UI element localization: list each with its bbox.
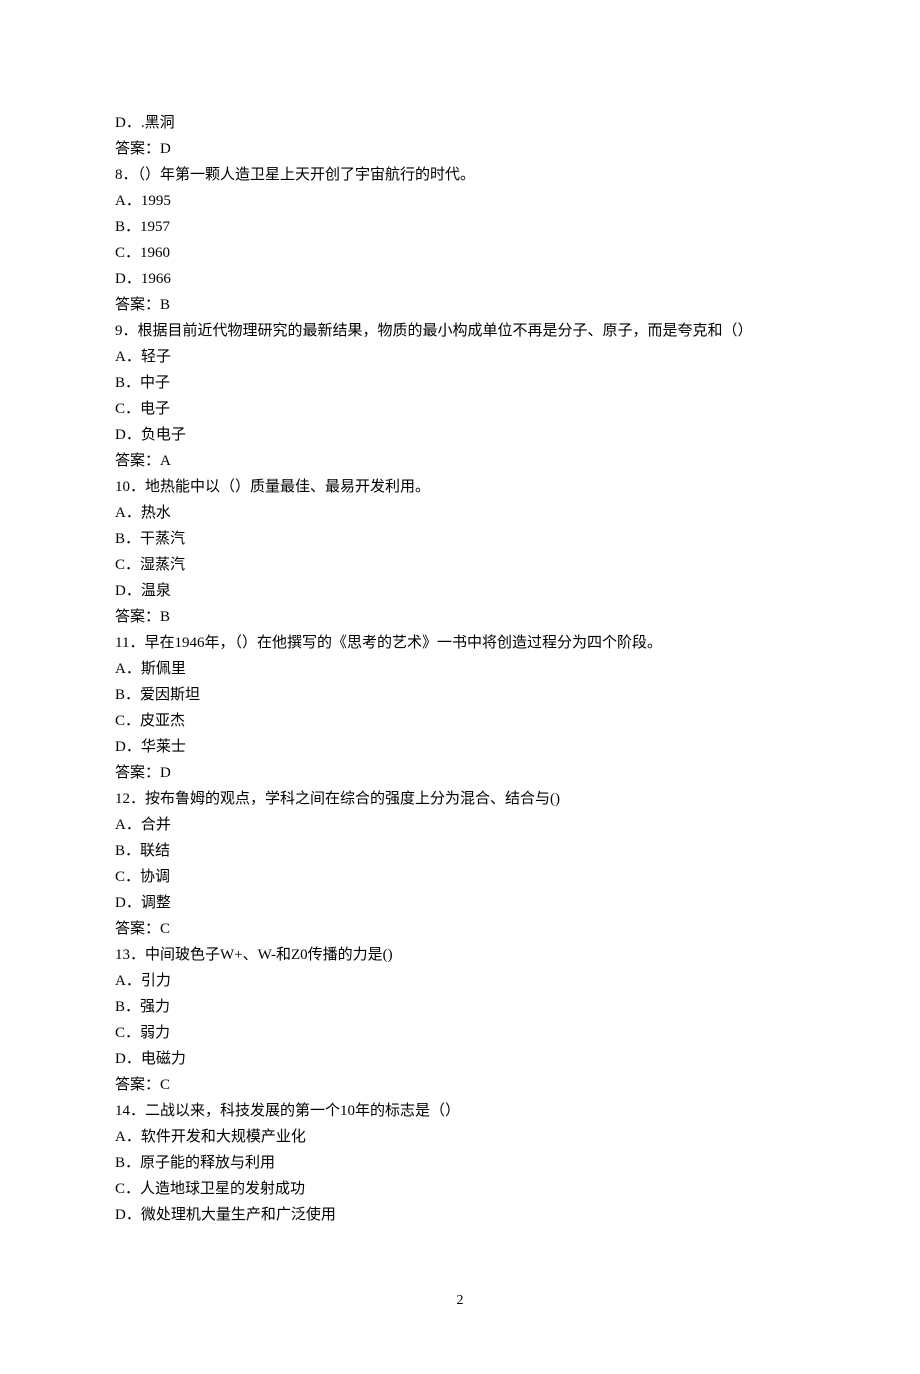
text-line: D．电磁力 [115, 1046, 805, 1072]
text-line: D．负电子 [115, 422, 805, 448]
text-line: A．轻子 [115, 344, 805, 370]
text-line: C．1960 [115, 240, 805, 266]
text-line: 答案：B [115, 604, 805, 630]
text-line: A．软件开发和大规模产业化 [115, 1124, 805, 1150]
text-line: A．引力 [115, 968, 805, 994]
text-line: D．调整 [115, 890, 805, 916]
text-line: C．弱力 [115, 1020, 805, 1046]
page-number: 2 [115, 1288, 805, 1314]
text-line: D．温泉 [115, 578, 805, 604]
text-line: 12．按布鲁姆的观点，学科之间在综合的强度上分为混合、结合与() [115, 786, 805, 812]
text-line: A．1995 [115, 188, 805, 214]
text-line: B．爱因斯坦 [115, 682, 805, 708]
text-line: A．合并 [115, 812, 805, 838]
text-line: D．.黑洞 [115, 110, 805, 136]
text-line: D．华莱士 [115, 734, 805, 760]
text-line: 13．中间玻色子W+、W-和Z0传播的力是() [115, 942, 805, 968]
text-line: B．中子 [115, 370, 805, 396]
text-line: 9．根据目前近代物理研究的最新结果，物质的最小构成单位不再是分子、原子，而是夸克… [115, 318, 805, 344]
text-line: B．强力 [115, 994, 805, 1020]
text-line: 11．早在1946年，（）在他撰写的《思考的艺术》一书中将创造过程分为四个阶段。 [115, 630, 805, 656]
document-page: D．.黑洞答案：D8．（）年第一颗人造卫星上天开创了宇宙航行的时代。A．1995… [0, 0, 920, 1374]
text-line: C．湿蒸汽 [115, 552, 805, 578]
text-line: A．热水 [115, 500, 805, 526]
text-line: 答案：D [115, 136, 805, 162]
document-body: D．.黑洞答案：D8．（）年第一颗人造卫星上天开创了宇宙航行的时代。A．1995… [115, 110, 805, 1228]
text-line: D．1966 [115, 266, 805, 292]
text-line: C．电子 [115, 396, 805, 422]
text-line: 答案：A [115, 448, 805, 474]
text-line: C．协调 [115, 864, 805, 890]
text-line: C．皮亚杰 [115, 708, 805, 734]
text-line: D．微处理机大量生产和广泛使用 [115, 1202, 805, 1228]
text-line: 答案：C [115, 916, 805, 942]
text-line: 答案：D [115, 760, 805, 786]
text-line: 8．（）年第一颗人造卫星上天开创了宇宙航行的时代。 [115, 162, 805, 188]
text-line: B．联结 [115, 838, 805, 864]
text-line: 10．地热能中以（）质量最佳、最易开发利用。 [115, 474, 805, 500]
text-line: 答案：C [115, 1072, 805, 1098]
text-line: A．斯佩里 [115, 656, 805, 682]
text-line: C．人造地球卫星的发射成功 [115, 1176, 805, 1202]
text-line: 14．二战以来，科技发展的第一个10年的标志是（） [115, 1098, 805, 1124]
text-line: B．原子能的释放与利用 [115, 1150, 805, 1176]
text-line: B．干蒸汽 [115, 526, 805, 552]
text-line: B．1957 [115, 214, 805, 240]
text-line: 答案：B [115, 292, 805, 318]
